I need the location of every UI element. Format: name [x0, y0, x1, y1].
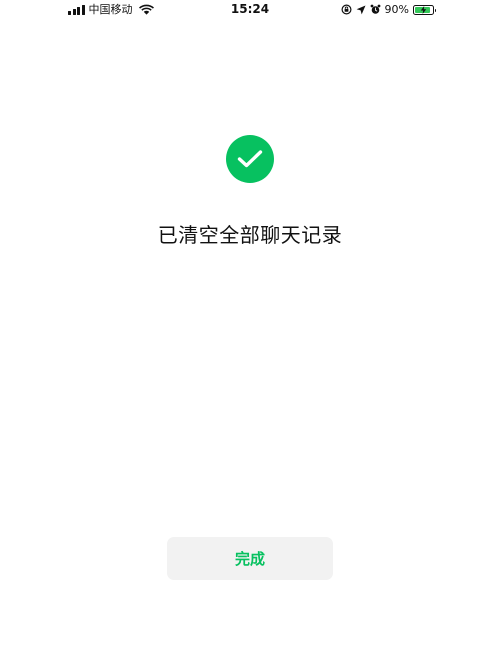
alarm-icon	[370, 4, 380, 14]
orientation-lock-icon	[341, 4, 352, 15]
battery-percentage: 90%	[384, 3, 409, 16]
success-circle	[226, 135, 274, 183]
battery-icon	[413, 4, 436, 15]
status-right: 90%	[341, 3, 436, 16]
page-title: 已清空全部聊天记录	[157, 223, 343, 247]
check-icon	[237, 150, 263, 168]
status-bar: 中国移动 15:24 90%	[0, 0, 500, 20]
charging-bolt-icon	[420, 5, 427, 14]
location-icon	[356, 5, 366, 14]
done-button[interactable]: 完成	[167, 537, 333, 580]
